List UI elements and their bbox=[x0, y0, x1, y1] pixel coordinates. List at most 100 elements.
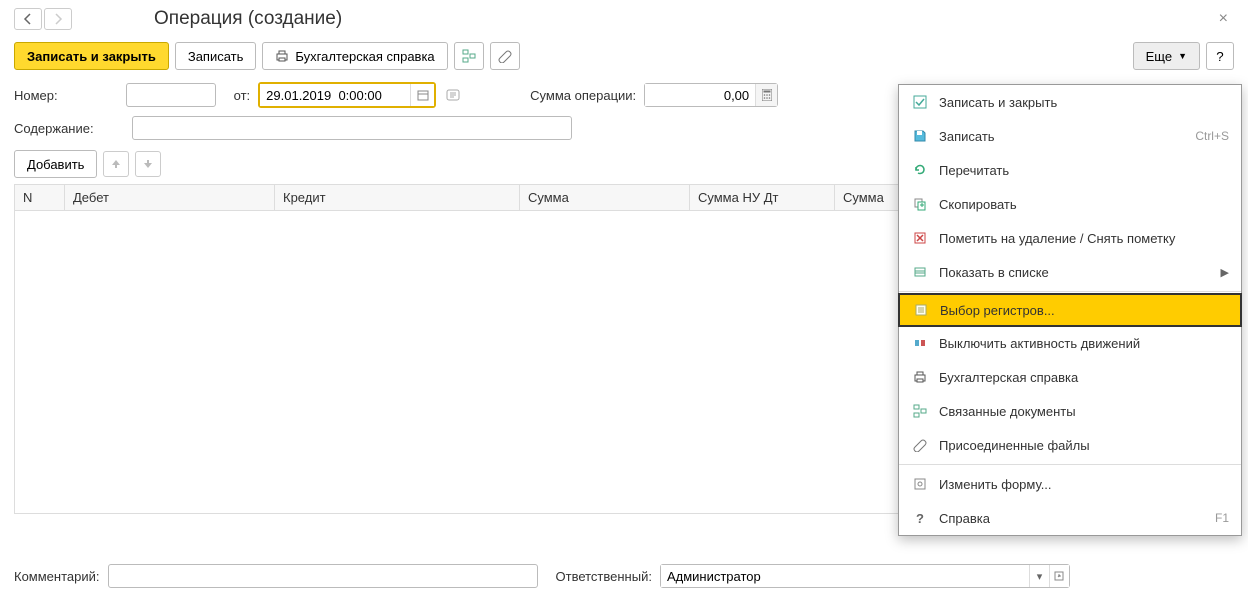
save-close-icon bbox=[911, 93, 929, 111]
help-icon: ? bbox=[911, 509, 929, 527]
save-icon bbox=[911, 127, 929, 145]
menu-related-docs[interactable]: Связанные документы bbox=[899, 394, 1241, 428]
print-icon bbox=[275, 49, 289, 63]
activity-icon bbox=[911, 334, 929, 352]
col-sum: Сумма bbox=[520, 185, 690, 210]
menu-help-label: Справка bbox=[939, 511, 1205, 526]
menu-help-shortcut: F1 bbox=[1215, 511, 1229, 525]
calendar-icon bbox=[417, 89, 429, 101]
number-input[interactable] bbox=[126, 83, 216, 107]
arrow-up-icon bbox=[111, 159, 121, 169]
nav-back-button[interactable] bbox=[14, 8, 42, 30]
attach-button[interactable] bbox=[490, 42, 520, 70]
col-credit: Кредит bbox=[275, 185, 520, 210]
menu-separator bbox=[899, 291, 1241, 292]
content-label: Содержание: bbox=[14, 121, 94, 136]
menu-help[interactable]: ? Справка F1 bbox=[899, 501, 1241, 535]
menu-save-close[interactable]: Записать и закрыть bbox=[899, 85, 1241, 119]
print-menu-icon bbox=[911, 368, 929, 386]
menu-select-registers-label: Выбор регистров... bbox=[940, 303, 1228, 318]
content-input[interactable] bbox=[132, 116, 572, 140]
menu-mark-delete[interactable]: Пометить на удаление / Снять пометку bbox=[899, 221, 1241, 255]
menu-show-list[interactable]: Показать в списке ▶ bbox=[899, 255, 1241, 289]
menu-save-close-label: Записать и закрыть bbox=[939, 95, 1229, 110]
move-down-button[interactable] bbox=[135, 151, 161, 177]
menu-mark-delete-label: Пометить на удаление / Снять пометку bbox=[939, 231, 1229, 246]
arrow-down-icon bbox=[143, 159, 153, 169]
copy-icon bbox=[911, 195, 929, 213]
comment-input[interactable] bbox=[108, 564, 538, 588]
move-up-button[interactable] bbox=[103, 151, 129, 177]
menu-attached-files[interactable]: Присоединенные файлы bbox=[899, 428, 1241, 462]
related-docs-button[interactable] bbox=[454, 42, 484, 70]
calculator-icon bbox=[762, 89, 772, 101]
registers-icon bbox=[912, 301, 930, 319]
menu-select-registers[interactable]: Выбор регистров... bbox=[898, 293, 1242, 327]
date-input[interactable] bbox=[260, 84, 410, 106]
menu-disable-activity[interactable]: Выключить активность движений bbox=[899, 326, 1241, 360]
arrow-left-icon bbox=[22, 13, 34, 25]
save-close-button[interactable]: Записать и закрыть bbox=[14, 42, 169, 70]
menu-save[interactable]: Записать Ctrl+S bbox=[899, 119, 1241, 153]
close-button[interactable]: × bbox=[1213, 8, 1234, 30]
help-label: ? bbox=[1216, 49, 1223, 64]
open-icon bbox=[1054, 571, 1064, 581]
edit-form-icon bbox=[911, 475, 929, 493]
menu-show-list-label: Показать в списке bbox=[939, 265, 1211, 280]
save-button[interactable]: Записать bbox=[175, 42, 257, 70]
related-icon bbox=[911, 402, 929, 420]
arrow-right-icon bbox=[52, 13, 64, 25]
menu-attached-files-label: Присоединенные файлы bbox=[939, 438, 1229, 453]
menu-edit-form-label: Изменить форму... bbox=[939, 477, 1229, 492]
lock-icon bbox=[444, 86, 462, 104]
date-field[interactable] bbox=[258, 82, 436, 108]
page-title: Операция (создание) bbox=[154, 8, 342, 30]
menu-accounting-ref-label: Бухгалтерская справка bbox=[939, 370, 1229, 385]
responsible-dropdown-button[interactable]: ▾ bbox=[1029, 565, 1049, 587]
more-button[interactable]: Еще ▼ bbox=[1133, 42, 1200, 70]
amount-input[interactable] bbox=[645, 84, 755, 106]
menu-edit-form[interactable]: Изменить форму... bbox=[899, 467, 1241, 501]
refresh-icon bbox=[911, 161, 929, 179]
delete-mark-icon bbox=[911, 229, 929, 247]
tree-icon bbox=[462, 49, 476, 63]
paperclip-icon bbox=[498, 49, 512, 63]
menu-disable-activity-label: Выключить активность движений bbox=[939, 336, 1229, 351]
amount-label: Сумма операции: bbox=[530, 88, 636, 103]
save-label: Записать bbox=[188, 49, 244, 64]
col-debit: Дебет bbox=[65, 185, 275, 210]
menu-save-label: Записать bbox=[939, 129, 1185, 144]
menu-copy-label: Скопировать bbox=[939, 197, 1229, 212]
accounting-ref-button[interactable]: Бухгалтерская справка bbox=[262, 42, 447, 70]
date-picker-button[interactable] bbox=[410, 84, 434, 106]
col-n: N bbox=[15, 185, 65, 210]
help-button[interactable]: ? bbox=[1206, 42, 1234, 70]
chevron-down-icon: ▼ bbox=[1178, 51, 1187, 61]
list-icon bbox=[911, 263, 929, 281]
chevron-right-icon: ▶ bbox=[1221, 266, 1229, 279]
menu-separator-2 bbox=[899, 464, 1241, 465]
accounting-ref-label: Бухгалтерская справка bbox=[295, 49, 434, 64]
menu-accounting-ref[interactable]: Бухгалтерская справка bbox=[899, 360, 1241, 394]
number-label: Номер: bbox=[14, 88, 58, 103]
responsible-field[interactable]: ▾ bbox=[660, 564, 1070, 588]
responsible-label: Ответственный: bbox=[556, 569, 652, 584]
add-label: Добавить bbox=[27, 157, 84, 172]
save-close-label: Записать и закрыть bbox=[27, 49, 156, 64]
menu-reread[interactable]: Перечитать bbox=[899, 153, 1241, 187]
from-label: от: bbox=[234, 88, 251, 103]
responsible-open-button[interactable] bbox=[1049, 565, 1069, 587]
add-button[interactable]: Добавить bbox=[14, 150, 97, 178]
menu-copy[interactable]: Скопировать bbox=[899, 187, 1241, 221]
menu-related-docs-label: Связанные документы bbox=[939, 404, 1229, 419]
col-sumnu-dt: Сумма НУ Дт bbox=[690, 185, 835, 210]
calculator-button[interactable] bbox=[755, 84, 777, 106]
menu-reread-label: Перечитать bbox=[939, 163, 1229, 178]
more-label: Еще bbox=[1146, 49, 1172, 64]
comment-label: Комментарий: bbox=[14, 569, 100, 584]
responsible-input[interactable] bbox=[661, 565, 1029, 587]
nav-forward-button[interactable] bbox=[44, 8, 72, 30]
menu-save-shortcut: Ctrl+S bbox=[1195, 129, 1229, 143]
attach-menu-icon bbox=[911, 436, 929, 454]
amount-field[interactable] bbox=[644, 83, 778, 107]
